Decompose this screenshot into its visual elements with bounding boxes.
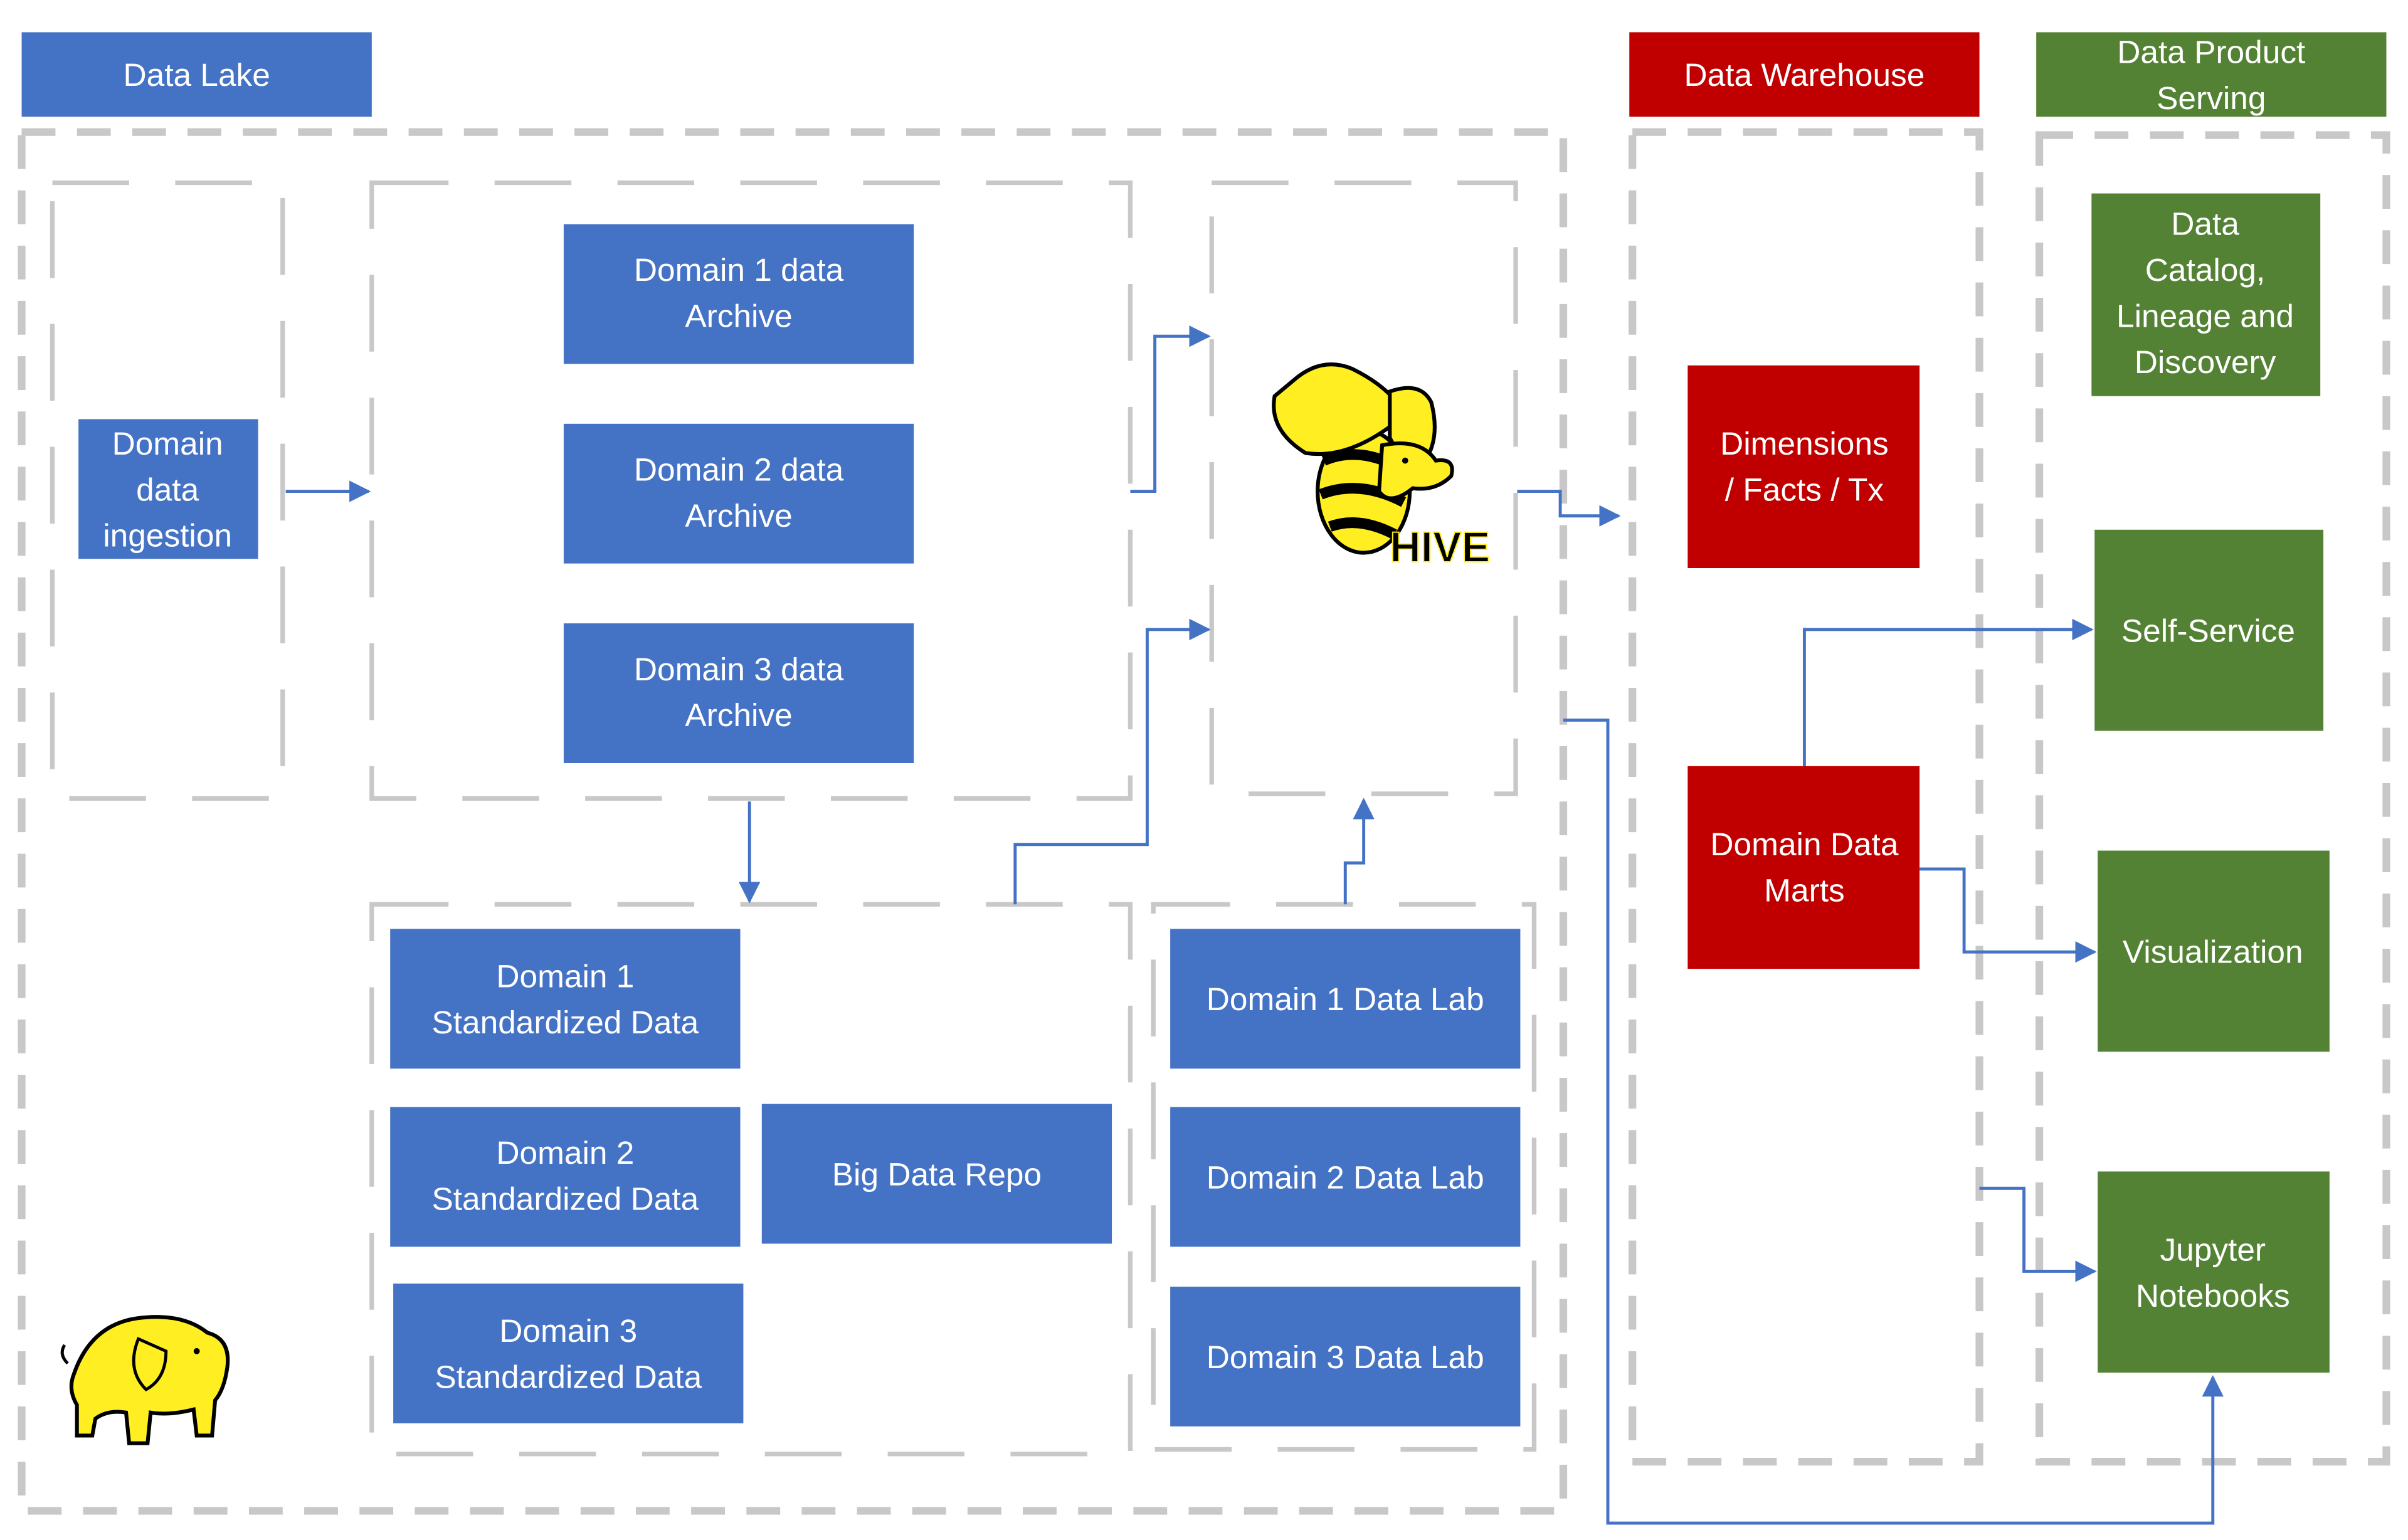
svg-text:Domain Data: Domain Data xyxy=(1710,826,1898,862)
svg-text:Lineage and: Lineage and xyxy=(2116,298,2294,334)
svg-text:Domain 2 data: Domain 2 data xyxy=(634,451,844,487)
domain-2-standardized-box[interactable]: Domain 2 Standardized Data xyxy=(390,1107,741,1247)
svg-text:Domain 3: Domain 3 xyxy=(499,1312,637,1349)
svg-text:Domain 2: Domain 2 xyxy=(496,1134,634,1171)
connector-hive-to-warehouse xyxy=(1517,490,1621,527)
connector-marts-to-self-service xyxy=(1802,618,2094,766)
visualization-box[interactable]: Visualization xyxy=(2098,850,2330,1052)
svg-text:Data Lake: Data Lake xyxy=(124,56,270,93)
svg-text:Discovery: Discovery xyxy=(2135,344,2276,380)
svg-text:Domain 3 data: Domain 3 data xyxy=(634,651,844,687)
svg-text:Catalog,: Catalog, xyxy=(2145,251,2265,288)
svg-text:Archive: Archive xyxy=(685,697,792,733)
hive-logo-icon: HIVE xyxy=(1272,362,1491,572)
big-data-repo-box[interactable]: Big Data Repo xyxy=(761,1104,1112,1244)
domain-1-archive-box[interactable]: Domain 1 data Archive xyxy=(563,224,914,364)
svg-text:data: data xyxy=(136,471,199,507)
svg-text:Domain 1 data: Domain 1 data xyxy=(634,251,844,288)
svg-text:Serving: Serving xyxy=(2157,80,2266,116)
svg-text:Standardized Data: Standardized Data xyxy=(431,1004,699,1040)
connector-marts-to-visualization xyxy=(1920,867,2097,963)
svg-text:Domain 2 Data Lab: Domain 2 Data Lab xyxy=(1207,1159,1484,1195)
svg-text:Data: Data xyxy=(2171,206,2239,242)
svg-text:Big Data Repo: Big Data Repo xyxy=(832,1156,1042,1192)
self-service-box[interactable]: Self-Service xyxy=(2094,529,2324,731)
svg-text:Archive: Archive xyxy=(685,497,792,534)
svg-text:Visualization: Visualization xyxy=(2123,933,2303,969)
svg-text:Standardized Data: Standardized Data xyxy=(431,1181,699,1217)
svg-text:Domain 3 Data Lab: Domain 3 Data Lab xyxy=(1207,1339,1484,1375)
svg-text:ingestion: ingestion xyxy=(103,517,232,554)
data-catalog-box[interactable]: Data Catalog, Lineage and Discovery xyxy=(2091,193,2321,396)
svg-text:Dimensions: Dimensions xyxy=(1720,425,1889,461)
svg-text:Data Warehouse: Data Warehouse xyxy=(1684,56,1925,93)
hadoop-elephant-icon xyxy=(60,1315,230,1445)
domain-1-data-lab-box[interactable]: Domain 1 Data Lab xyxy=(1170,929,1521,1069)
svg-text:Jupyter: Jupyter xyxy=(2160,1231,2266,1267)
svg-text:/ Facts / Tx: / Facts / Tx xyxy=(1725,471,1884,507)
svg-text:Marts: Marts xyxy=(1764,872,1845,908)
svg-text:Archive: Archive xyxy=(685,298,792,334)
domain-3-archive-box[interactable]: Domain 3 data Archive xyxy=(563,623,914,763)
dimensions-facts-box[interactable]: Dimensions / Facts / Tx xyxy=(1687,365,1920,569)
domain-2-archive-box[interactable]: Domain 2 data Archive xyxy=(563,423,914,564)
connector-datalab-to-hive xyxy=(1343,798,1375,905)
domain-data-marts-box[interactable]: Domain Data Marts xyxy=(1687,766,1920,969)
svg-text:Self-Service: Self-Service xyxy=(2121,613,2295,649)
svg-text:Domain 1 Data Lab: Domain 1 Data Lab xyxy=(1207,981,1484,1017)
svg-text:Domain: Domain xyxy=(112,425,223,461)
svg-text:Data Product: Data Product xyxy=(2117,33,2305,70)
domain-3-standardized-box[interactable]: Domain 3 Standardized Data xyxy=(393,1284,744,1423)
svg-text:Domain 1: Domain 1 xyxy=(496,957,634,994)
svg-text:HIVE: HIVE xyxy=(1390,523,1490,571)
jupyter-notebooks-box[interactable]: Jupyter Notebooks xyxy=(2098,1171,2330,1373)
data-product-serving-header: Data Product Serving xyxy=(2036,32,2387,117)
data-warehouse-header: Data Warehouse xyxy=(1629,32,1980,117)
svg-text:Standardized Data: Standardized Data xyxy=(435,1359,702,1395)
architecture-diagram: Data Lake Data Warehouse Data Product Se… xyxy=(18,32,2390,1525)
svg-text:Notebooks: Notebooks xyxy=(2136,1277,2290,1314)
domain-2-data-lab-box[interactable]: Domain 2 Data Lab xyxy=(1170,1107,1521,1247)
domain-data-ingestion-box[interactable]: Domain data ingestion xyxy=(78,419,258,559)
connector-archive-to-hive xyxy=(1130,325,1211,493)
data-lake-header: Data Lake xyxy=(21,32,372,117)
domain-1-standardized-box[interactable]: Domain 1 Standardized Data xyxy=(390,929,741,1069)
connector-standardized-to-hive xyxy=(1013,618,1211,905)
domain-3-data-lab-box[interactable]: Domain 3 Data Lab xyxy=(1170,1286,1521,1427)
